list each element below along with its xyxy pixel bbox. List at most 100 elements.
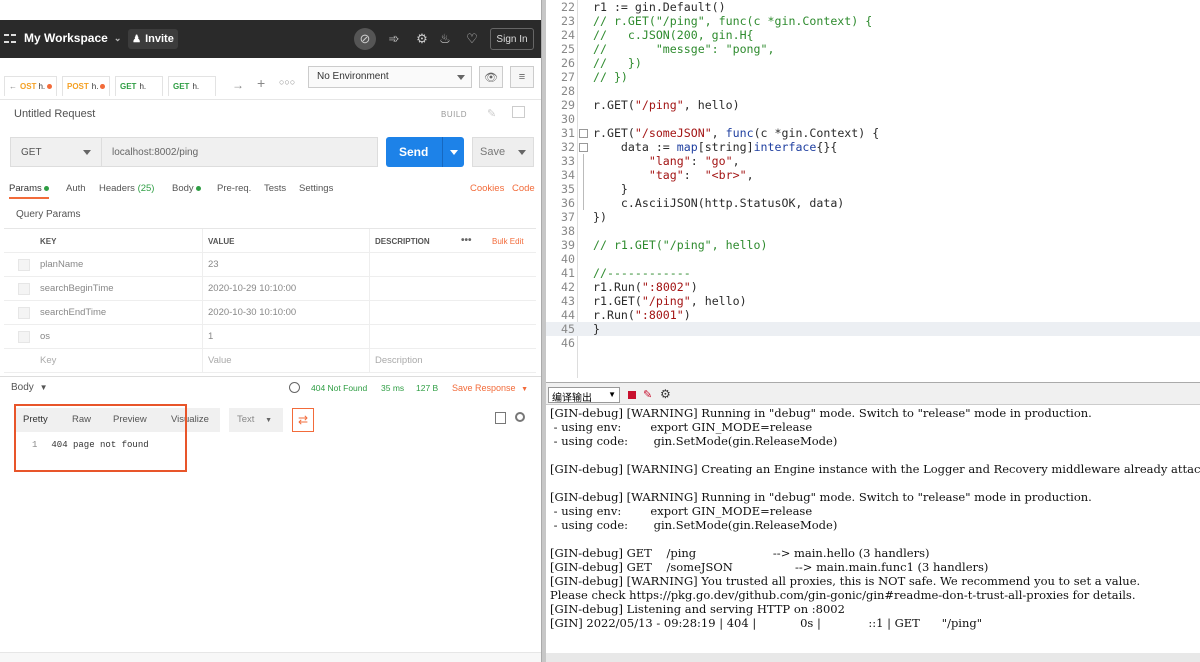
settings-gear-icon[interactable]: ⚙ [414, 31, 430, 47]
send-options-chevron-icon[interactable] [442, 137, 464, 167]
code-text[interactable]: r1 := gin.Default() [593, 0, 726, 14]
table-row-new[interactable]: Key Value Description [4, 349, 536, 373]
status-code[interactable]: 404 Not Found [311, 383, 367, 393]
wrap-lines-icon[interactable]: ⇄ [292, 408, 314, 432]
code-line[interactable]: 36 c.AsciiJSON(http.StatusOK, data) [546, 196, 1200, 210]
horizontal-scrollbar[interactable] [546, 653, 1200, 662]
code-line[interactable]: 34 "tag": "<br>", [546, 168, 1200, 182]
code-line[interactable]: 40 [546, 252, 1200, 266]
code-text[interactable]: // c.JSON(200, gin.H{ [593, 28, 754, 42]
bulk-edit-link[interactable]: Bulk Edit [492, 237, 524, 246]
response-size[interactable]: 127 B [416, 383, 438, 393]
code-line[interactable]: 41 //------------ [546, 266, 1200, 280]
code-line[interactable]: 23 // r.GET("/ping", func(c *gin.Context)… [546, 14, 1200, 28]
sign-in-button[interactable]: Sign In [490, 28, 534, 50]
code-line[interactable]: 46 [546, 336, 1200, 350]
code-text[interactable]: r.GET("/someJSON", func(c *gin.Context) … [593, 126, 879, 140]
table-row[interactable]: os 1 [4, 325, 536, 349]
code-text[interactable]: // r.GET("/ping", func(c *gin.Context) { [593, 14, 872, 28]
apps-grid-icon[interactable] [4, 32, 16, 44]
code-text[interactable]: // "messge": "pong", [593, 42, 774, 56]
tab-prerequest[interactable]: Pre-req. [217, 183, 251, 194]
code-text[interactable]: // r1.GET("/ping", hello) [593, 238, 768, 252]
new-description-input[interactable]: Description [375, 355, 423, 366]
new-value-input[interactable]: Value [208, 355, 232, 366]
code-text[interactable]: data := map[string]interface{}{ [593, 140, 837, 154]
table-row[interactable]: planName 23 [4, 253, 536, 277]
copy-icon[interactable] [495, 412, 506, 424]
tab-settings[interactable]: Settings [299, 183, 333, 194]
more-options-icon[interactable]: ••• [461, 235, 472, 246]
response-time[interactable]: 35 ms [381, 383, 404, 393]
comments-icon[interactable] [512, 106, 525, 118]
code-link[interactable]: Code [512, 183, 535, 194]
clear-output-icon[interactable]: ✎ [643, 388, 652, 401]
code-line[interactable]: 22 r1 := gin.Default() [546, 0, 1200, 14]
code-line[interactable]: 26 // }) [546, 56, 1200, 70]
method-select[interactable]: GET [10, 137, 102, 167]
fold-toggle-icon[interactable] [579, 126, 588, 140]
code-line[interactable]: 28 [546, 84, 1200, 98]
environment-eye-icon[interactable]: 👁 [479, 66, 503, 88]
cookies-link[interactable]: Cookies [470, 183, 504, 194]
code-text[interactable]: "lang": "go", [593, 154, 740, 168]
send-button[interactable]: Send [386, 137, 464, 167]
chevron-down-icon[interactable] [518, 150, 526, 155]
tab-tests[interactable]: Tests [264, 183, 286, 194]
tab-options-icon[interactable]: ○○○ [279, 77, 295, 87]
code-text[interactable]: } [593, 322, 600, 336]
code-line[interactable]: 35 } [546, 182, 1200, 196]
tab-body[interactable]: Body [172, 183, 201, 194]
code-line[interactable]: 30 [546, 112, 1200, 126]
request-title[interactable]: Untitled Request [14, 108, 95, 120]
param-value[interactable]: 2020-10-30 10:10:00 [208, 307, 296, 318]
edit-pencil-icon[interactable]: ✎ [487, 107, 496, 120]
row-checkbox[interactable] [18, 331, 30, 343]
code-line[interactable]: 25 // "messge": "pong", [546, 42, 1200, 56]
invite-button[interactable]: ♟ Invite [128, 29, 178, 49]
code-text[interactable]: c.AsciiJSON(http.StatusOK, data) [593, 196, 844, 210]
code-text[interactable]: r1.Run(":8002") [593, 280, 698, 294]
param-key[interactable]: planName [40, 259, 83, 270]
tab-headers[interactable]: Headers (25) [99, 183, 154, 194]
code-line[interactable]: 33 "lang": "go", [546, 154, 1200, 168]
search-icon[interactable] [515, 412, 525, 422]
param-key[interactable]: os [40, 331, 50, 342]
code-text[interactable]: // }) [593, 70, 628, 84]
code-text[interactable]: // }) [593, 56, 642, 70]
code-line[interactable]: 38 [546, 224, 1200, 238]
heart-icon[interactable]: ♡ [464, 31, 480, 47]
output-log[interactable]: [GIN-debug] [WARNING] Running in "debug"… [550, 406, 1200, 630]
code-text[interactable]: "tag": "<br>", [593, 168, 754, 182]
new-tab-plus-icon[interactable]: + [257, 75, 265, 91]
code-line[interactable]: 27 // }) [546, 70, 1200, 84]
code-text[interactable]: }) [593, 210, 607, 224]
url-input[interactable]: localhost:8002/ping [101, 137, 378, 167]
code-line[interactable]: 31 r.GET("/someJSON", func(c *gin.Context… [546, 126, 1200, 140]
output-source-select[interactable]: 编译输出 ▼ [548, 387, 620, 404]
param-key[interactable]: searchEndTime [40, 307, 106, 318]
stop-icon[interactable] [628, 391, 636, 399]
table-row[interactable]: searchBeginTime 2020-10-29 10:10:00 [4, 277, 536, 301]
save-button[interactable]: Save [472, 137, 534, 167]
satellite-icon[interactable]: ➾ [386, 31, 402, 47]
param-value[interactable]: 2020-10-29 10:10:00 [208, 283, 296, 294]
request-tab[interactable]: ← OST h. [4, 76, 57, 96]
gear-icon[interactable]: ⚙ [660, 387, 671, 401]
environment-settings-icon[interactable]: ≡ [510, 66, 534, 88]
save-response-button[interactable]: Save Response ▼ [452, 383, 528, 393]
param-value[interactable]: 1 [208, 331, 213, 342]
tab-auth[interactable]: Auth [66, 183, 86, 194]
param-value[interactable]: 23 [208, 259, 219, 270]
row-checkbox[interactable] [18, 307, 30, 319]
code-line[interactable]: 24 // c.JSON(200, gin.H{ [546, 28, 1200, 42]
sync-off-icon[interactable]: ⊘ [354, 28, 376, 50]
param-key[interactable]: searchBeginTime [40, 283, 114, 294]
format-select[interactable]: Text ▼ [229, 408, 283, 432]
fold-toggle-icon[interactable] [579, 140, 588, 154]
code-text[interactable]: r1.GET("/ping", hello) [593, 294, 747, 308]
code-line[interactable]: 42 r1.Run(":8002") [546, 280, 1200, 294]
code-line[interactable]: 32 data := map[string]interface{}{ [546, 140, 1200, 154]
tab-params[interactable]: Params [9, 183, 49, 199]
globe-icon[interactable] [289, 382, 300, 393]
